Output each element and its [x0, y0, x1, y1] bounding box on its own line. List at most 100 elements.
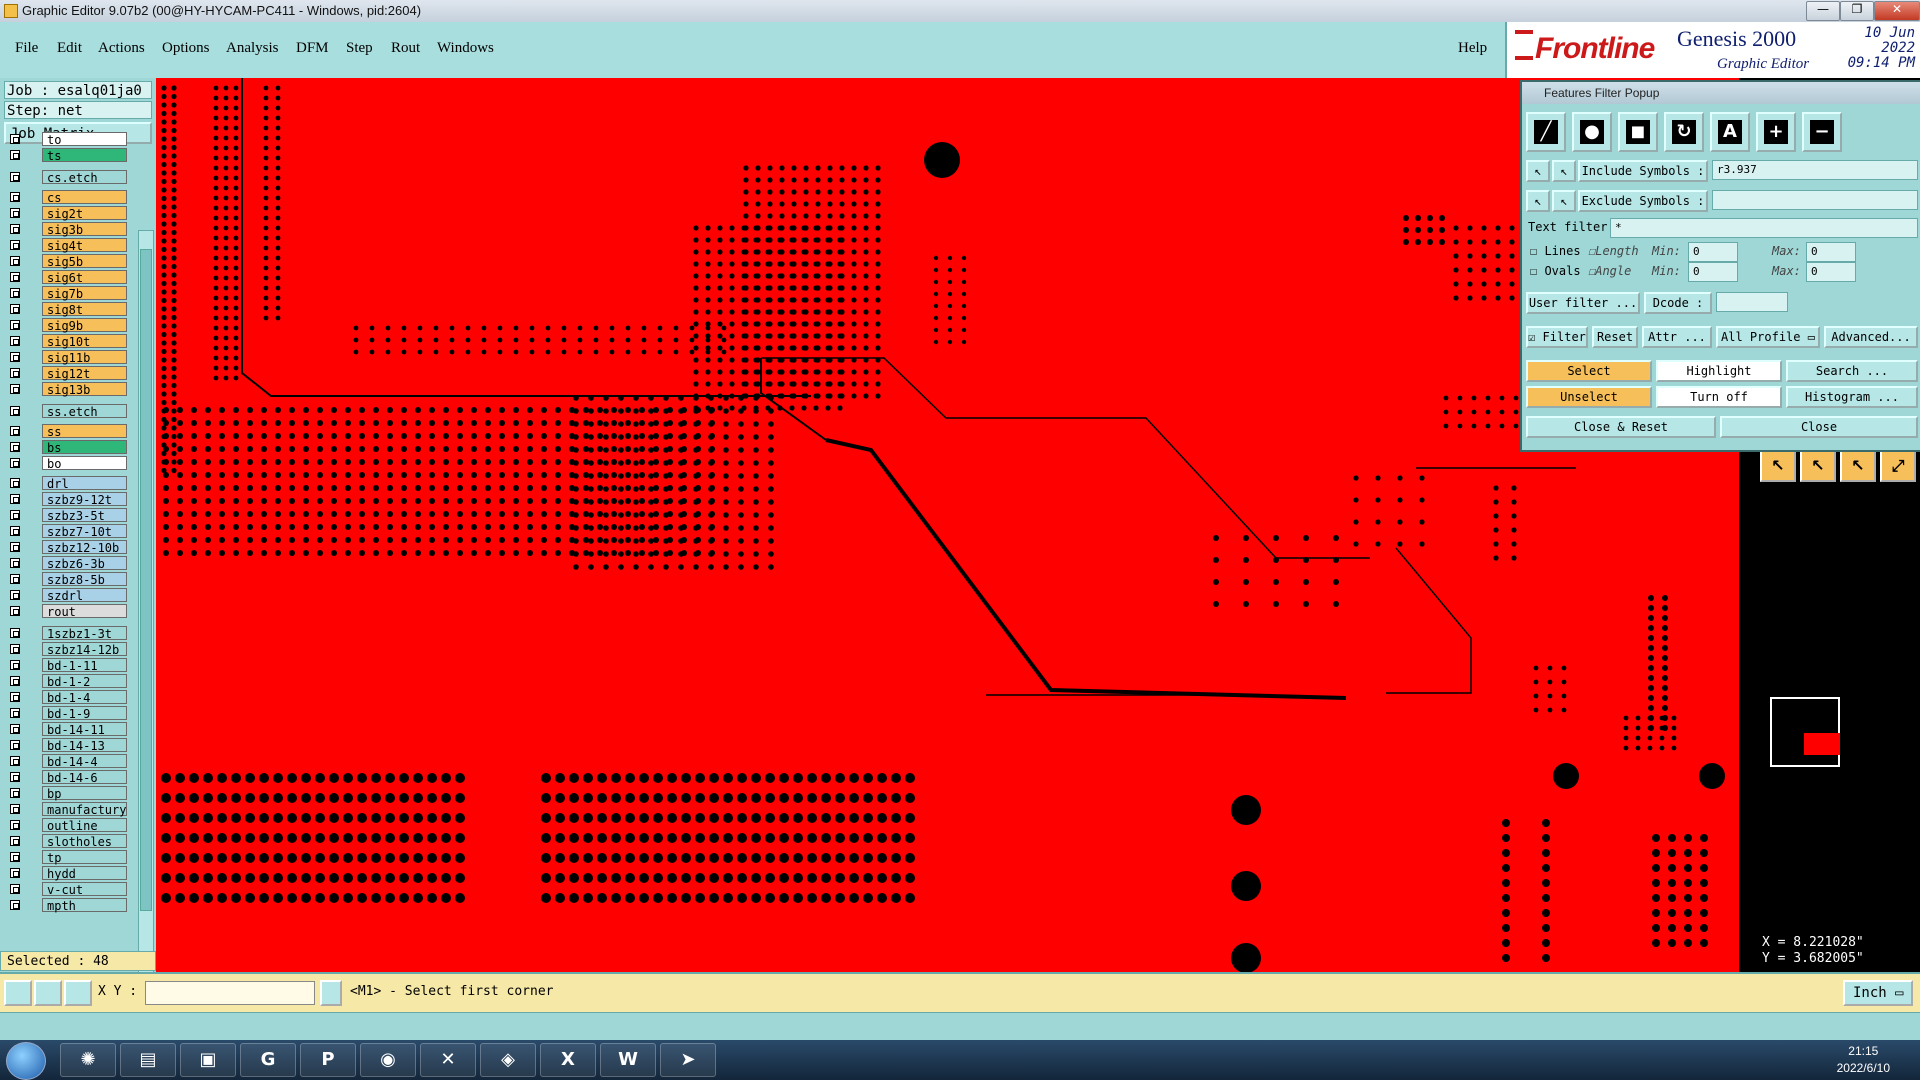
lines-checkbox[interactable]: ☐ Lines — [1530, 244, 1581, 258]
layer-name[interactable]: slotholes — [42, 834, 127, 849]
grid-tool-icon[interactable] — [64, 980, 92, 1006]
layer-row-manufactury[interactable]: manufactury — [4, 802, 127, 817]
text-filter-input[interactable]: * — [1610, 218, 1918, 238]
layer-checkbox[interactable] — [10, 740, 20, 750]
pan-tool-icon[interactable] — [34, 980, 62, 1006]
layer-row-szbz12-10b[interactable]: szbz12-10b — [4, 540, 127, 555]
layer-row-bd-14-6[interactable]: bd-14-6 — [4, 770, 127, 785]
system-clock[interactable]: 21:15 2022/6/10 — [1837, 1043, 1890, 1077]
menu-options[interactable]: Options — [162, 40, 210, 57]
user-filter-button[interactable]: User filter ... — [1526, 292, 1640, 314]
save-app-icon[interactable]: ▣ — [180, 1043, 236, 1077]
layer-name[interactable]: sig10t — [42, 334, 127, 349]
word-app-icon[interactable]: W — [600, 1043, 656, 1077]
advanced-button[interactable]: Advanced... — [1824, 326, 1918, 348]
attr-button[interactable]: Attr ... — [1642, 326, 1712, 348]
layer-name[interactable]: sig6t — [42, 270, 127, 285]
info-icon[interactable] — [320, 980, 342, 1006]
layer-row-bp[interactable]: bp — [4, 786, 127, 801]
layer-checkbox[interactable] — [10, 852, 20, 862]
layer-name[interactable]: ss — [42, 424, 127, 439]
layer-row-bd-1-2[interactable]: bd-1-2 — [4, 674, 127, 689]
ovals-checkbox[interactable]: ☐ Ovals — [1530, 264, 1581, 278]
layer-name[interactable]: sig12t — [42, 366, 127, 381]
zoom-tool-icon[interactable] — [4, 980, 32, 1006]
minimize-button[interactable]: — — [1806, 1, 1840, 21]
layer-checkbox[interactable] — [10, 272, 20, 282]
layer-checkbox[interactable] — [10, 384, 20, 394]
x-app-icon[interactable]: ✕ — [420, 1043, 476, 1077]
layer-checkbox[interactable] — [10, 820, 20, 830]
layer-row-v-cut[interactable]: v-cut — [4, 882, 127, 897]
layer-row-szbz7-10t[interactable]: szbz7-10t — [4, 524, 127, 539]
layer-checkbox[interactable] — [10, 208, 20, 218]
layer-checkbox[interactable] — [10, 526, 20, 536]
select-tool-icon[interactable]: ↖ — [1800, 450, 1836, 482]
include-pick-icon[interactable]: ↖ — [1526, 160, 1550, 182]
filter-toggle[interactable]: ☑ Filter — [1526, 326, 1588, 348]
layer-row-bd-14-11[interactable]: bd-14-11 — [4, 722, 127, 737]
layer-row-hydd[interactable]: hydd — [4, 866, 127, 881]
layer-name[interactable]: 1szbz1-3t — [42, 626, 127, 641]
layer-row-sig4t[interactable]: sig4t — [4, 238, 127, 253]
layer-row-slotholes[interactable]: slotholes — [4, 834, 127, 849]
close-button[interactable]: ✕ — [1874, 1, 1920, 21]
layer-name[interactable]: sig5b — [42, 254, 127, 269]
layer-checkbox[interactable] — [10, 692, 20, 702]
layer-checkbox[interactable] — [10, 426, 20, 436]
layer-checkbox[interactable] — [10, 660, 20, 670]
genesis-app-icon[interactable]: G — [240, 1043, 296, 1077]
layer-row-szbz8-5b[interactable]: szbz8-5b — [4, 572, 127, 587]
layer-checkbox[interactable] — [10, 724, 20, 734]
layer-row-sig5b[interactable]: sig5b — [4, 254, 127, 269]
layer-row-bs[interactable]: bs — [4, 440, 127, 455]
menu-windows[interactable]: Windows — [437, 40, 494, 57]
layer-row-szbz14-12b[interactable]: szbz14-12b — [4, 642, 127, 657]
surface-tool-icon[interactable]: ◼ — [1618, 112, 1658, 152]
layer-row-bo[interactable]: bo — [4, 456, 127, 471]
menu-analysis[interactable]: Analysis — [226, 40, 279, 57]
notepad-app-icon[interactable]: ▤ — [120, 1043, 176, 1077]
layer-name[interactable]: ss.etch — [42, 404, 127, 419]
layer-checkbox[interactable] — [10, 256, 20, 266]
layer-name[interactable]: sig7b — [42, 286, 127, 301]
layer-name[interactable]: bo — [42, 456, 127, 471]
layer-row-sig9b[interactable]: sig9b — [4, 318, 127, 333]
layer-name[interactable]: sig8t — [42, 302, 127, 317]
layer-name[interactable]: bd-14-4 — [42, 754, 127, 769]
layer-row-bd-1-11[interactable]: bd-1-11 — [4, 658, 127, 673]
filter-close-button[interactable]: Close — [1720, 416, 1918, 438]
menu-help[interactable]: Help — [1458, 40, 1487, 57]
layer-row-sig7b[interactable]: sig7b — [4, 286, 127, 301]
units-dropdown[interactable]: Inch ▭ — [1843, 980, 1913, 1006]
layer-checkbox[interactable] — [10, 884, 20, 894]
layer-checkbox[interactable] — [10, 406, 20, 416]
layer-name[interactable]: szdrl — [42, 588, 127, 603]
layer-name[interactable]: bp — [42, 786, 127, 801]
layer-row-bd-1-4[interactable]: bd-1-4 — [4, 690, 127, 705]
layer-name[interactable]: sig2t — [42, 206, 127, 221]
angle-checkbox[interactable]: ☐Angle — [1588, 264, 1631, 278]
layer-checkbox[interactable] — [10, 304, 20, 314]
layer-row-tp[interactable]: tp — [4, 850, 127, 865]
layer-name[interactable]: bd-1-2 — [42, 674, 127, 689]
layer-name[interactable]: tp — [42, 850, 127, 865]
layer-name[interactable]: outline — [42, 818, 127, 833]
layer-checkbox[interactable] — [10, 574, 20, 584]
menu-edit[interactable]: Edit — [57, 40, 82, 57]
layer-name[interactable]: szbz8-5b — [42, 572, 127, 587]
p-app-icon[interactable]: P — [300, 1043, 356, 1077]
layer-row-ss[interactable]: ss — [4, 424, 127, 439]
layer-row-rout[interactable]: rout — [4, 604, 127, 619]
layer-row-sig3b[interactable]: sig3b — [4, 222, 127, 237]
shell-app-icon[interactable]: ✺ — [60, 1043, 116, 1077]
highlight-button[interactable]: Highlight — [1656, 360, 1782, 382]
exclude-pick-icon[interactable]: ↖ — [1526, 190, 1550, 212]
exclude-symbols-button[interactable]: Exclude Symbols : — [1578, 190, 1708, 212]
layer-row-sig12t[interactable]: sig12t — [4, 366, 127, 381]
layer-name[interactable]: to — [42, 132, 127, 147]
turn-off-button[interactable]: Turn off — [1656, 386, 1782, 408]
layer-row-outline[interactable]: outline — [4, 818, 127, 833]
pointer-tool-icon[interactable]: ↖ — [1760, 450, 1796, 482]
layer-row-cs[interactable]: cs — [4, 190, 127, 205]
